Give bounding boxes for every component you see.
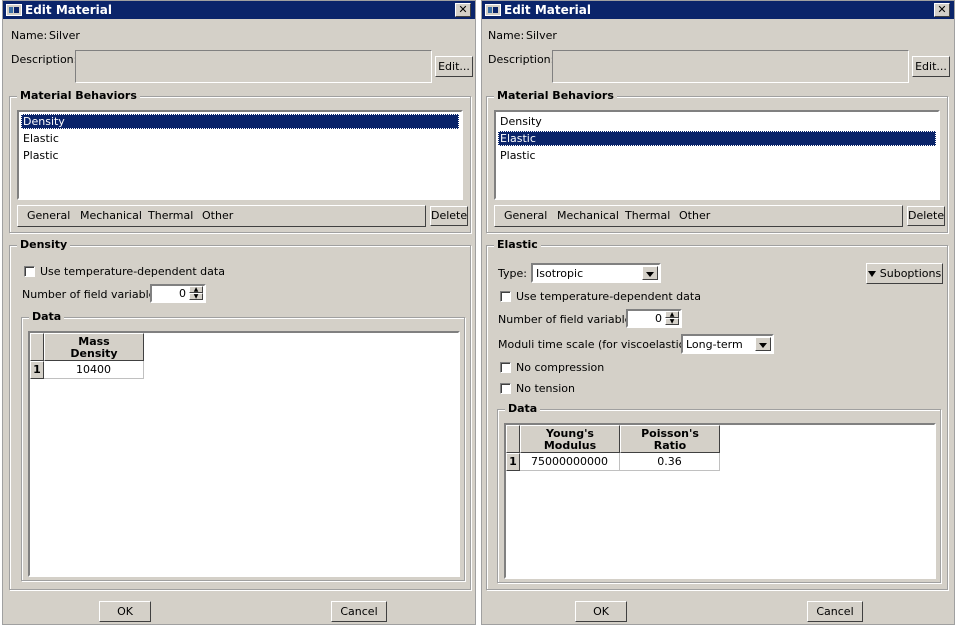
field-variables-spinner[interactable]: 0 ▲ ▼ [626, 309, 682, 328]
table-cell[interactable]: 10400 [44, 361, 144, 379]
table-corner[interactable] [506, 425, 520, 453]
description-field[interactable] [552, 50, 909, 83]
spin-up-icon[interactable]: ▲ [665, 311, 679, 318]
description-field[interactable] [75, 50, 432, 83]
edit-material-dialog-density: Edit Material ✕ Name: Silver Description… [2, 0, 476, 625]
material-behaviors-title: Material Behaviors [17, 89, 140, 102]
name-label: Name: [11, 29, 48, 42]
chevron-down-icon[interactable] [642, 266, 658, 280]
menu-thermal[interactable]: Thermal [625, 206, 670, 226]
close-icon[interactable]: ✕ [934, 3, 950, 17]
list-item-elastic[interactable]: Elastic [21, 131, 459, 146]
spin-down-icon[interactable]: ▼ [665, 318, 679, 325]
no-tension-label: No tension [516, 382, 575, 395]
window-title: Edit Material [504, 3, 591, 17]
no-tension-checkbox[interactable] [500, 383, 511, 394]
field-variables-spinner[interactable]: 0 ▲ ▼ [150, 284, 206, 303]
list-item-density[interactable]: Density [498, 114, 936, 129]
type-label: Type: [498, 267, 527, 280]
menu-mechanical[interactable]: Mechanical [557, 206, 619, 226]
list-item-plastic[interactable]: Plastic [21, 148, 459, 163]
menu-general[interactable]: General [504, 206, 547, 226]
list-item-elastic[interactable]: Elastic [498, 131, 936, 146]
suboptions-button[interactable]: Suboptions [866, 263, 943, 284]
cancel-button[interactable]: Cancel [331, 601, 387, 622]
material-behaviors-title: Material Behaviors [494, 89, 617, 102]
edit-description-button[interactable]: Edit... [435, 56, 473, 77]
spin-down-icon[interactable]: ▼ [189, 293, 203, 300]
title-bar[interactable]: Edit Material ✕ [3, 1, 475, 19]
triangle-down-icon [867, 271, 876, 277]
data-group: Data Young's Modulus Poisson's Ratio 1 7… [497, 402, 941, 583]
no-compression-checkbox[interactable] [500, 362, 511, 373]
moduli-time-scale-dropdown[interactable]: Long-term [681, 334, 774, 354]
column-header-poissons-ratio[interactable]: Poisson's Ratio [620, 425, 720, 453]
name-value: Silver [526, 29, 557, 42]
list-item-density[interactable]: Density [21, 114, 459, 129]
material-behaviors-group: Material Behaviors Density Elastic Plast… [9, 89, 471, 233]
edit-description-button[interactable]: Edit... [912, 56, 950, 77]
close-icon[interactable]: ✕ [455, 3, 471, 17]
name-value: Silver [49, 29, 80, 42]
description-label: Description: [488, 53, 555, 66]
menu-general[interactable]: General [27, 206, 70, 226]
field-variables-label: Number of field variables: [22, 288, 165, 301]
column-header-mass-density[interactable]: Mass Density [44, 333, 144, 361]
type-dropdown[interactable]: Isotropic [531, 263, 661, 283]
section-title: Density [17, 238, 71, 251]
temp-dependent-checkbox[interactable] [500, 291, 511, 302]
data-group: Data Mass Density 1 10400 [21, 310, 465, 581]
elastic-section-group: Elastic Type: Isotropic Suboptions Use t… [486, 238, 948, 590]
behaviors-menu-bar: General Mechanical Thermal Other [494, 205, 903, 227]
ok-button[interactable]: OK [99, 601, 151, 622]
window-icon [485, 4, 501, 16]
spin-up-icon[interactable]: ▲ [189, 286, 203, 293]
description-label: Description: [11, 53, 78, 66]
menu-other[interactable]: Other [679, 206, 710, 226]
material-behaviors-group: Material Behaviors Density Elastic Plast… [486, 89, 948, 233]
row-header[interactable]: 1 [30, 361, 44, 379]
density-section-group: Density Use temperature-dependent data N… [9, 238, 471, 590]
menu-other[interactable]: Other [202, 206, 233, 226]
edit-material-dialog-elastic: Edit Material ✕ Name: Silver Description… [481, 0, 955, 625]
menu-mechanical[interactable]: Mechanical [80, 206, 142, 226]
moduli-time-scale-label: Moduli time scale (for viscoelasticity): [498, 338, 707, 351]
column-header-youngs-modulus[interactable]: Young's Modulus [520, 425, 620, 453]
ok-button[interactable]: OK [575, 601, 627, 622]
data-group-title: Data [505, 402, 541, 415]
table-cell[interactable]: 0.36 [620, 453, 720, 471]
field-variables-label: Number of field variables: [498, 313, 641, 326]
delete-behavior-button[interactable]: Delete [430, 206, 468, 226]
temp-dependent-checkbox[interactable] [24, 266, 35, 277]
data-group-title: Data [29, 310, 65, 323]
data-table[interactable]: Mass Density 1 10400 [28, 331, 460, 577]
data-table[interactable]: Young's Modulus Poisson's Ratio 1 750000… [504, 423, 936, 579]
chevron-down-icon[interactable] [755, 337, 771, 351]
delete-behavior-button[interactable]: Delete [907, 206, 945, 226]
table-cell[interactable]: 75000000000 [520, 453, 620, 471]
row-header[interactable]: 1 [506, 453, 520, 471]
behaviors-list[interactable]: Density Elastic Plastic [494, 110, 940, 200]
temp-dependent-label: Use temperature-dependent data [516, 290, 701, 303]
window-title: Edit Material [25, 3, 112, 17]
title-bar[interactable]: Edit Material ✕ [482, 1, 954, 19]
name-label: Name: [488, 29, 525, 42]
menu-thermal[interactable]: Thermal [148, 206, 193, 226]
section-title: Elastic [494, 238, 541, 251]
behaviors-list[interactable]: Density Elastic Plastic [17, 110, 463, 200]
no-compression-label: No compression [516, 361, 605, 374]
temp-dependent-label: Use temperature-dependent data [40, 265, 225, 278]
table-corner[interactable] [30, 333, 44, 361]
behaviors-menu-bar: General Mechanical Thermal Other [17, 205, 426, 227]
list-item-plastic[interactable]: Plastic [498, 148, 936, 163]
window-icon [6, 4, 22, 16]
cancel-button[interactable]: Cancel [807, 601, 863, 622]
